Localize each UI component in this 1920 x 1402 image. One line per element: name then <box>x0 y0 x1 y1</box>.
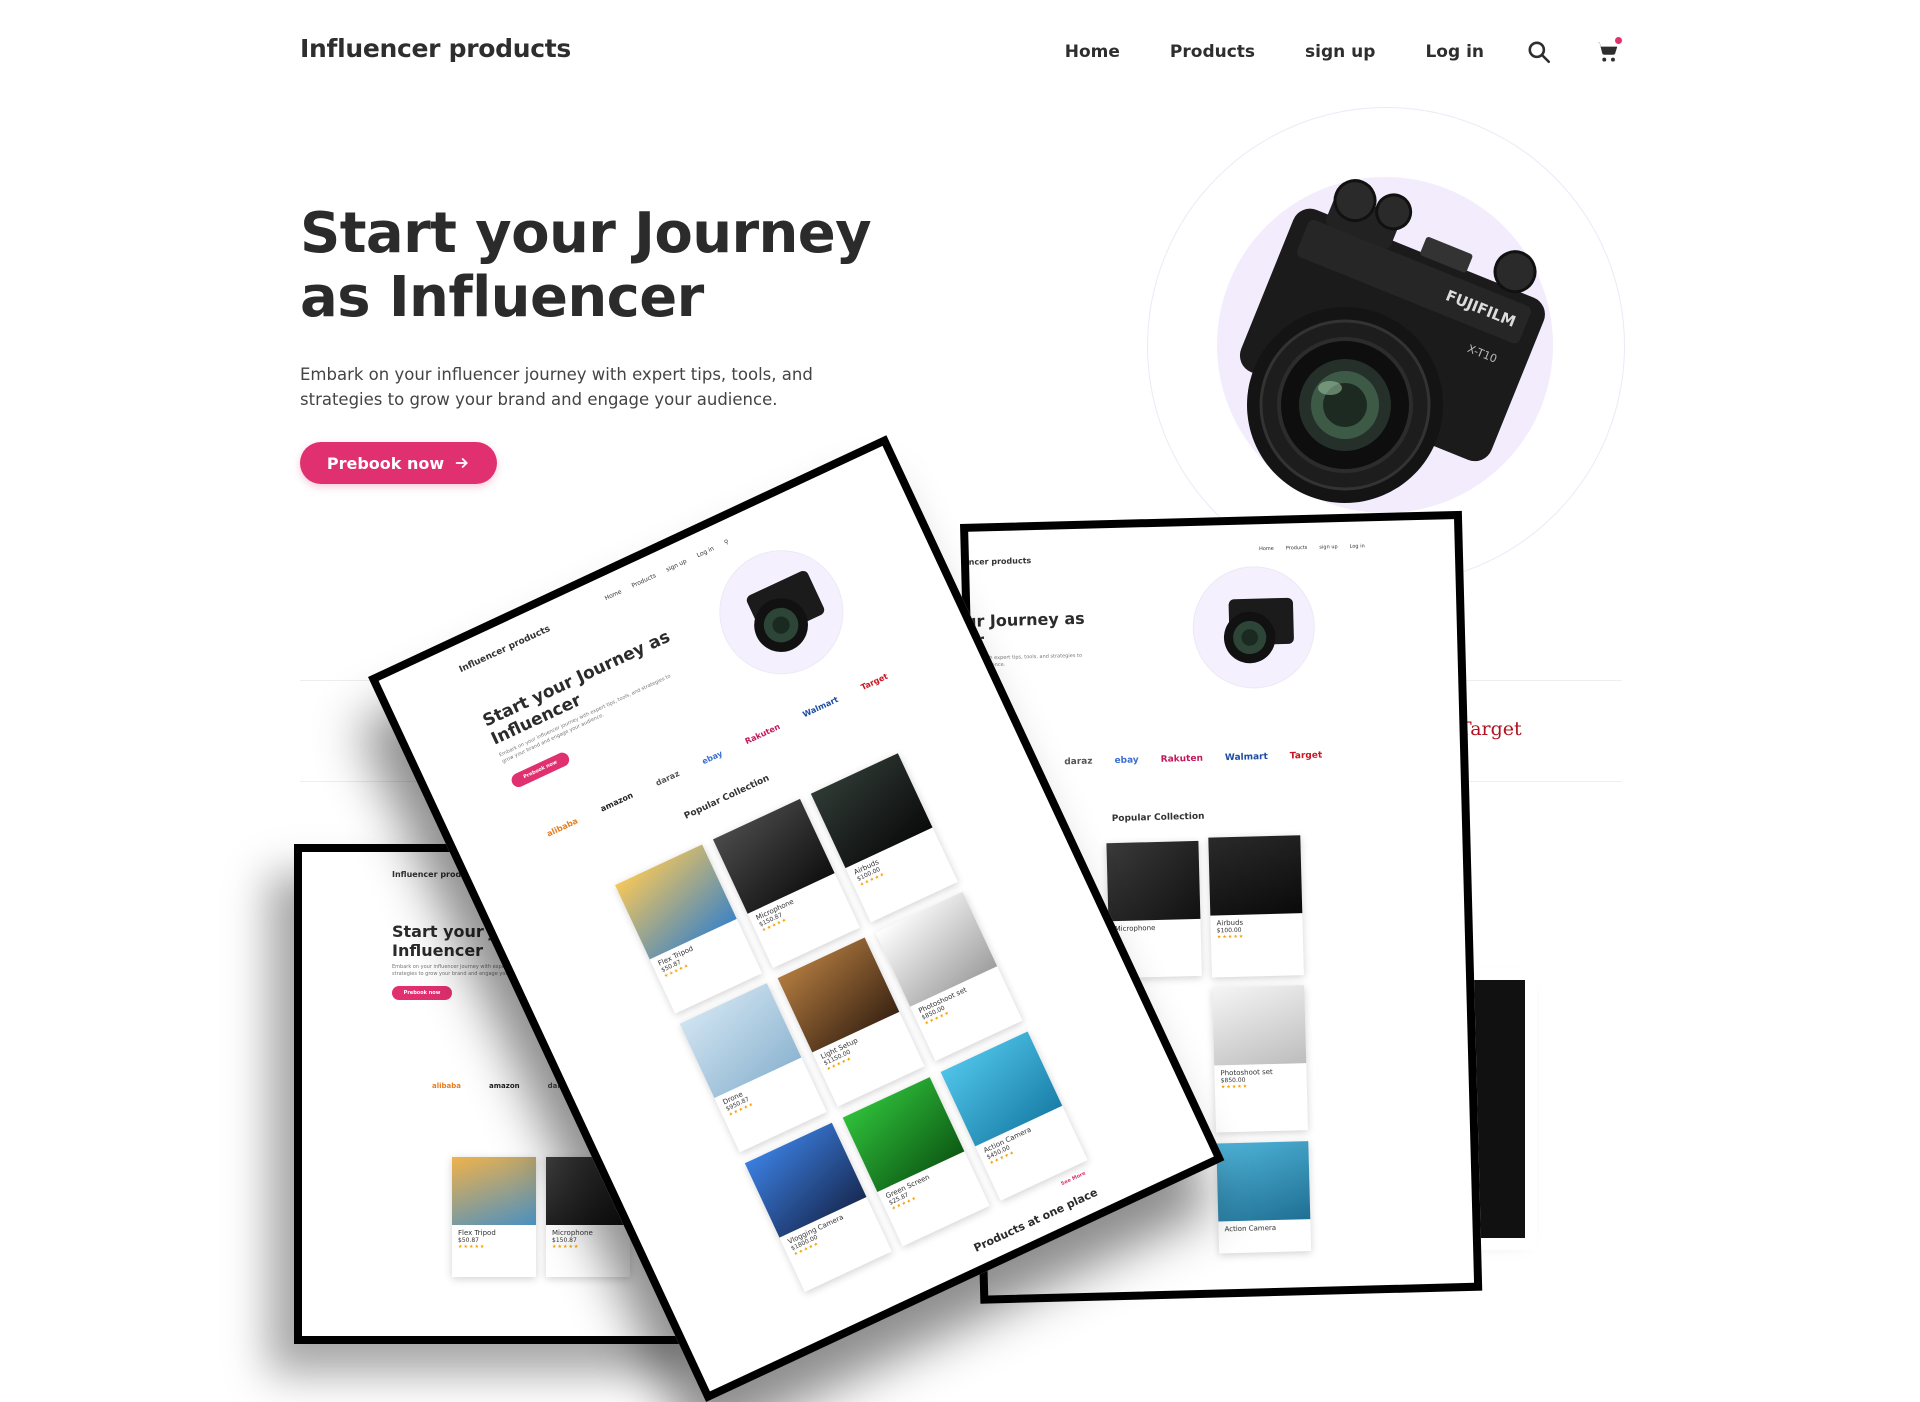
mockup-logo-ebay: ebay <box>1114 755 1139 767</box>
mockup-card: Airbuds $100.00 ★★★★★ <box>1208 835 1304 978</box>
mockup-logos: daraz ebay Rakuten Walmart Target <box>1064 751 1322 768</box>
product-name: Microphone <box>552 1229 593 1237</box>
camera-image: FUJIFILM X-T10 <box>1239 179 1545 503</box>
mockup-search-icon: ⚲ <box>723 538 731 547</box>
brand-logo[interactable]: Influencer products <box>300 34 571 63</box>
mockup-logo-amazon: amazon <box>599 790 635 814</box>
nav-login[interactable]: Log in <box>1425 42 1484 62</box>
search-icon[interactable] <box>1526 39 1552 65</box>
mockup-nav-signup: sign up <box>665 557 688 574</box>
cart-icon[interactable] <box>1594 37 1622 65</box>
nav-home[interactable]: Home <box>1065 42 1120 62</box>
product-photo <box>1212 985 1307 1066</box>
mockup-nav-products: Products <box>1285 544 1308 552</box>
mockup-title: Start your Journey as Influencer <box>479 626 674 750</box>
mockup-nav-signup: sign up <box>1319 544 1338 551</box>
mockup-logo-target: Target <box>859 671 890 693</box>
retailer-target-label: Target <box>1459 718 1522 740</box>
product-price: $50.87 <box>458 1237 479 1244</box>
nav-products[interactable]: Products <box>1170 42 1255 62</box>
mockup-card: Flex Tripod $50.87 ★★★★★ <box>452 1157 536 1277</box>
mockup-nav-products: Products <box>630 572 658 590</box>
mockup-brand: Influencer products <box>960 556 1032 568</box>
mockup-logos: alibaba amazon daraz <box>432 1082 570 1090</box>
mockup-logo-alibaba: alibaba <box>432 1082 461 1090</box>
mockup-nav-login: Log in <box>1349 543 1365 550</box>
hero-description: Embark on your influencer journey with e… <box>300 365 813 409</box>
mockup-card: Action Camera <box>1216 1141 1312 1254</box>
mockup-logo-alibaba: alibaba <box>545 816 580 839</box>
mockup-logo-target: Target <box>1289 750 1323 762</box>
mockup-logo-daraz: daraz <box>1064 756 1093 768</box>
mockup-logo-walmart: Walmart <box>1224 752 1269 764</box>
nav-menu: Home Products sign up Log in <box>1065 37 1622 65</box>
top-nav: Influencer products Home Products sign u… <box>300 26 1622 78</box>
product-rating: ★★★★★ <box>1220 1083 1249 1091</box>
mockup-section-title: Popular Collection <box>682 773 772 822</box>
mockup-logo-rakuten: Rakuten <box>1160 753 1204 765</box>
mockup-nav: Home Products sign up Log in ⚲ <box>604 538 730 602</box>
mockup-camera-image <box>1223 597 1294 664</box>
product-photo <box>1208 835 1303 916</box>
product-photo <box>1106 840 1201 922</box>
hero-title: Start your Journey as Influencer <box>300 201 872 330</box>
product-name: Microphone <box>1114 924 1156 934</box>
arrow-right-icon <box>455 458 468 468</box>
cart-badge-dot <box>1615 37 1622 44</box>
product-photo <box>1216 1141 1311 1222</box>
product-price: $150.87 <box>552 1237 577 1244</box>
mockup-logo-rakuten: Rakuten <box>743 722 782 747</box>
product-name: Flex Tripod <box>458 1229 496 1237</box>
product-name: Action Camera <box>1224 1223 1277 1234</box>
mockup-nav-home: Home <box>603 588 623 603</box>
mockup-section-title: Popular Collection <box>1111 811 1205 825</box>
mockup-logo-walmart: Walmart <box>801 694 840 720</box>
mockup-title: Start your Journey as Influencer <box>960 608 1085 652</box>
prebook-button-label: Prebook now <box>326 453 445 473</box>
product-rating: ★★★★★ <box>552 1244 580 1250</box>
mockup-card: Photoshoot set $850.00 ★★★★★ <box>1212 985 1308 1133</box>
mockup-prebook-button: Prebook now <box>392 986 452 1000</box>
nav-signup[interactable]: sign up <box>1305 42 1375 62</box>
mockup-logo-ebay: ebay <box>700 748 724 767</box>
mockup-brand: Influencer products <box>457 624 552 676</box>
mockup-nav-home: Home <box>1258 545 1274 553</box>
mockup-nav: Home Products sign up Log in <box>1259 543 1365 552</box>
mockup-logo-amazon: amazon <box>489 1082 520 1090</box>
mockup-nav-login: Log in <box>695 545 716 560</box>
product-rating: ★★★★★ <box>1216 933 1245 941</box>
mockup-see-more-link: See More <box>1060 1170 1087 1188</box>
product-rating: ★★★★★ <box>458 1244 486 1250</box>
mockup-logo-daraz: daraz <box>654 768 681 788</box>
product-photo <box>452 1157 536 1225</box>
prebook-button[interactable]: Prebook now <box>300 442 497 484</box>
